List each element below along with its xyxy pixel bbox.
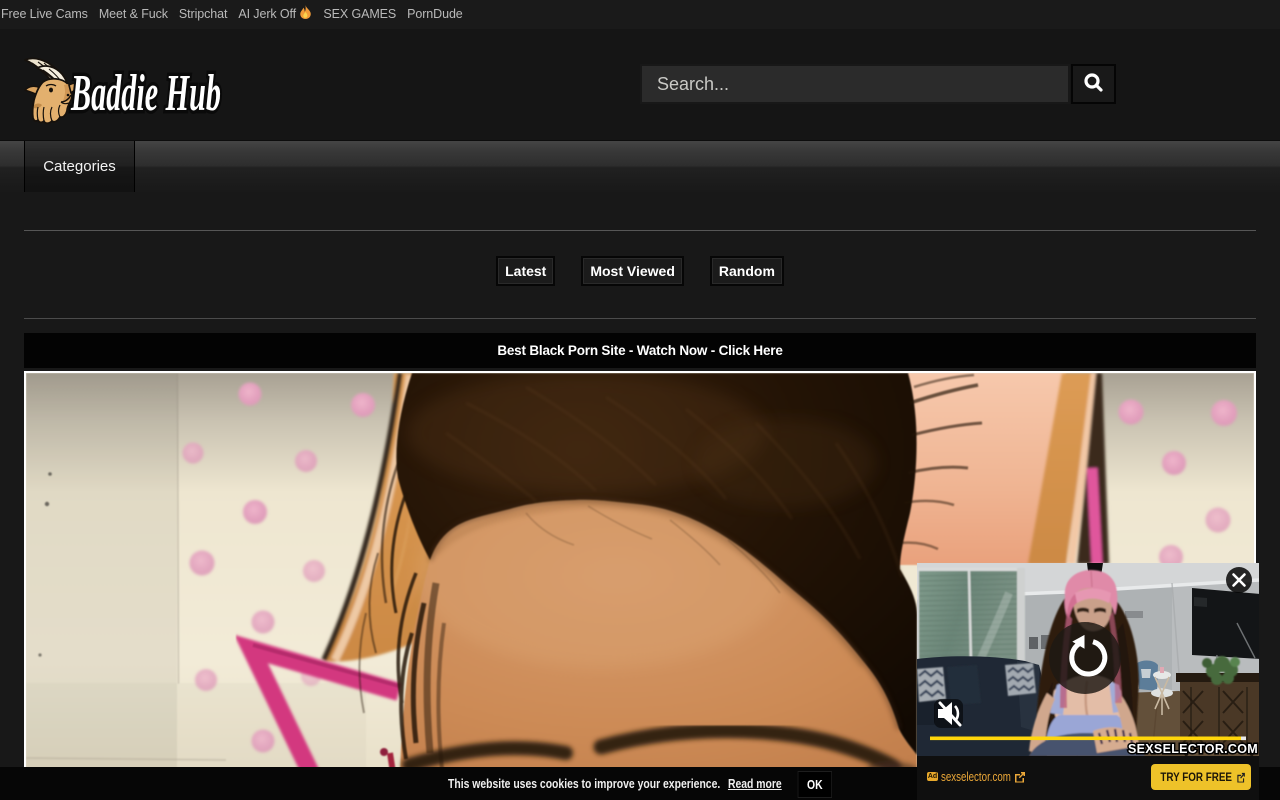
svg-text:Baddie Hub: Baddie Hub [70,65,221,122]
svg-text:SEXSELECTOR.COM: SEXSELECTOR.COM [1128,742,1258,756]
